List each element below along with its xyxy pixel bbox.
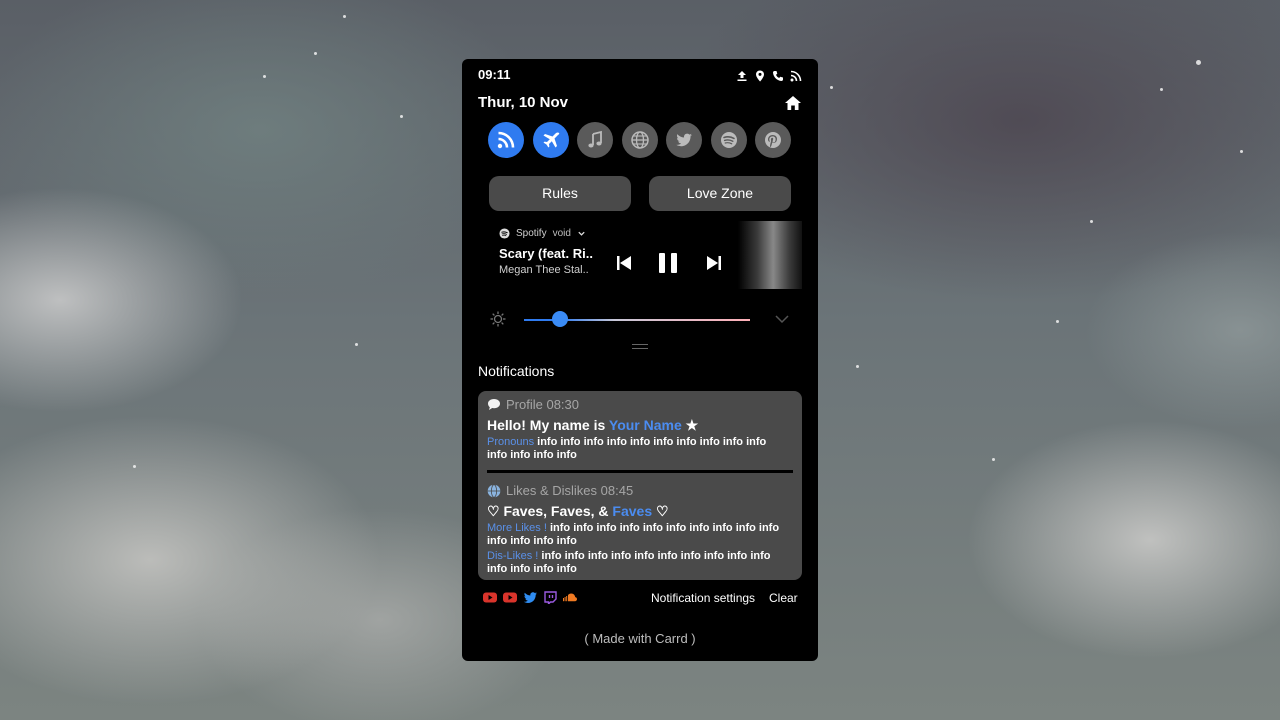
quick-toggle-globe[interactable] [621,122,658,158]
notification-settings-link[interactable]: Notification settings [651,591,755,605]
pinterest-icon [765,132,781,148]
quick-settings-row [488,122,791,158]
star [1196,60,1201,65]
quick-toggle-music[interactable] [577,122,613,158]
notification-header: Likes & Dislikes 08:45 [487,483,633,498]
media-source-label: Spotify [516,228,547,239]
brightness-slider-thumb[interactable] [552,311,568,327]
media-device-label: void [552,228,571,239]
globe-icon [487,483,501,498]
notification-label: More Likes ! [487,522,547,534]
rss-icon [497,131,515,149]
rules-button[interactable]: Rules [489,176,631,211]
chevron-down-icon [578,231,585,236]
notification-label: Pronouns [487,436,535,448]
quick-toggle-twitter[interactable] [666,122,702,158]
star [830,86,833,89]
star [856,365,859,368]
notification-app-label: Likes & Dislikes 08:45 [506,483,634,498]
notification-title-text: Faves, Faves, & [503,503,613,519]
star-icon: ★ [685,417,699,433]
notification-app-label: Profile 08:30 [506,397,579,412]
notification-divider [487,470,793,473]
spotify-icon [720,132,737,148]
notification-title-highlight: Your Name [608,417,682,433]
location-icon [756,70,764,82]
notifications-heading: Notifications [478,363,555,379]
airplane-icon [543,132,559,148]
love-zone-button[interactable]: Love Zone [649,176,791,211]
status-time: 09:11 [478,67,511,82]
speech-bubble-icon [488,399,500,410]
twitter-icon [676,133,692,147]
star [992,458,995,461]
heart-icon: ♡ [656,503,669,519]
star [1240,150,1243,153]
previous-track-icon[interactable] [616,254,632,272]
track-artist: Megan Thee Stal.. [499,264,589,276]
quick-toggle-airplane[interactable] [532,122,569,158]
notifications-card: Profile 08:30 Hello! My name is Your Nam… [478,391,802,580]
notification-header: Profile 08:30 [487,397,579,412]
notification-title-highlight: Faves [612,503,653,519]
notification-panel: 09:11 Thur, 10 Nov Rules Love Zone Spoti… [462,59,818,661]
quick-toggle-pinterest[interactable] [755,122,791,158]
clear-button[interactable]: Clear [769,591,798,605]
star [263,75,266,78]
notification-title: ♡ Faves, Faves, & Faves ♡ [487,503,669,520]
star [1090,220,1093,223]
upload-icon [737,71,747,81]
star [1160,88,1163,91]
heart-icon: ♡ [487,503,500,519]
home-icon[interactable] [784,95,802,111]
star [400,115,403,118]
twitter-icon[interactable] [522,591,538,604]
brightness-icon [490,311,506,327]
spotify-icon [499,228,510,239]
star [133,465,136,468]
star [314,52,317,55]
notification-label: Dis-Likes ! [487,550,539,562]
pause-icon[interactable] [658,252,678,274]
notification-body: Dis-Likes ! info info info info info inf… [487,550,787,576]
notification-body: More Likes ! info info info info info in… [487,522,787,548]
album-art [738,221,802,289]
next-track-icon[interactable] [706,254,722,272]
youtube-icon[interactable] [502,591,518,604]
drag-handle[interactable] [632,344,648,349]
star [355,343,358,346]
status-icons [736,70,802,82]
date-label: Thur, 10 Nov [478,94,569,111]
star [343,15,346,18]
notification-title: Hello! My name is Your Name ★ [487,417,698,434]
twitch-icon[interactable] [542,591,558,604]
youtube-icon[interactable] [482,591,498,604]
globe-icon [630,131,649,149]
star [1056,320,1059,323]
made-with-carrd[interactable]: ( Made with Carrd ) [462,631,818,646]
rss-icon [790,70,802,82]
quick-toggle-spotify[interactable] [710,122,747,158]
notification-title-text: Hello! My name is [487,417,609,433]
quick-toggle-rss[interactable] [488,122,524,158]
phone-icon [773,71,783,81]
soundcloud-icon[interactable] [562,591,578,604]
music-icon [588,130,602,148]
social-links [482,591,578,604]
chevron-down-icon[interactable] [775,314,789,324]
media-source[interactable]: Spotify void [499,228,586,239]
notification-body: Pronouns info info info info info info i… [487,436,787,462]
track-title: Scary (feat. Ri.. [499,246,593,261]
